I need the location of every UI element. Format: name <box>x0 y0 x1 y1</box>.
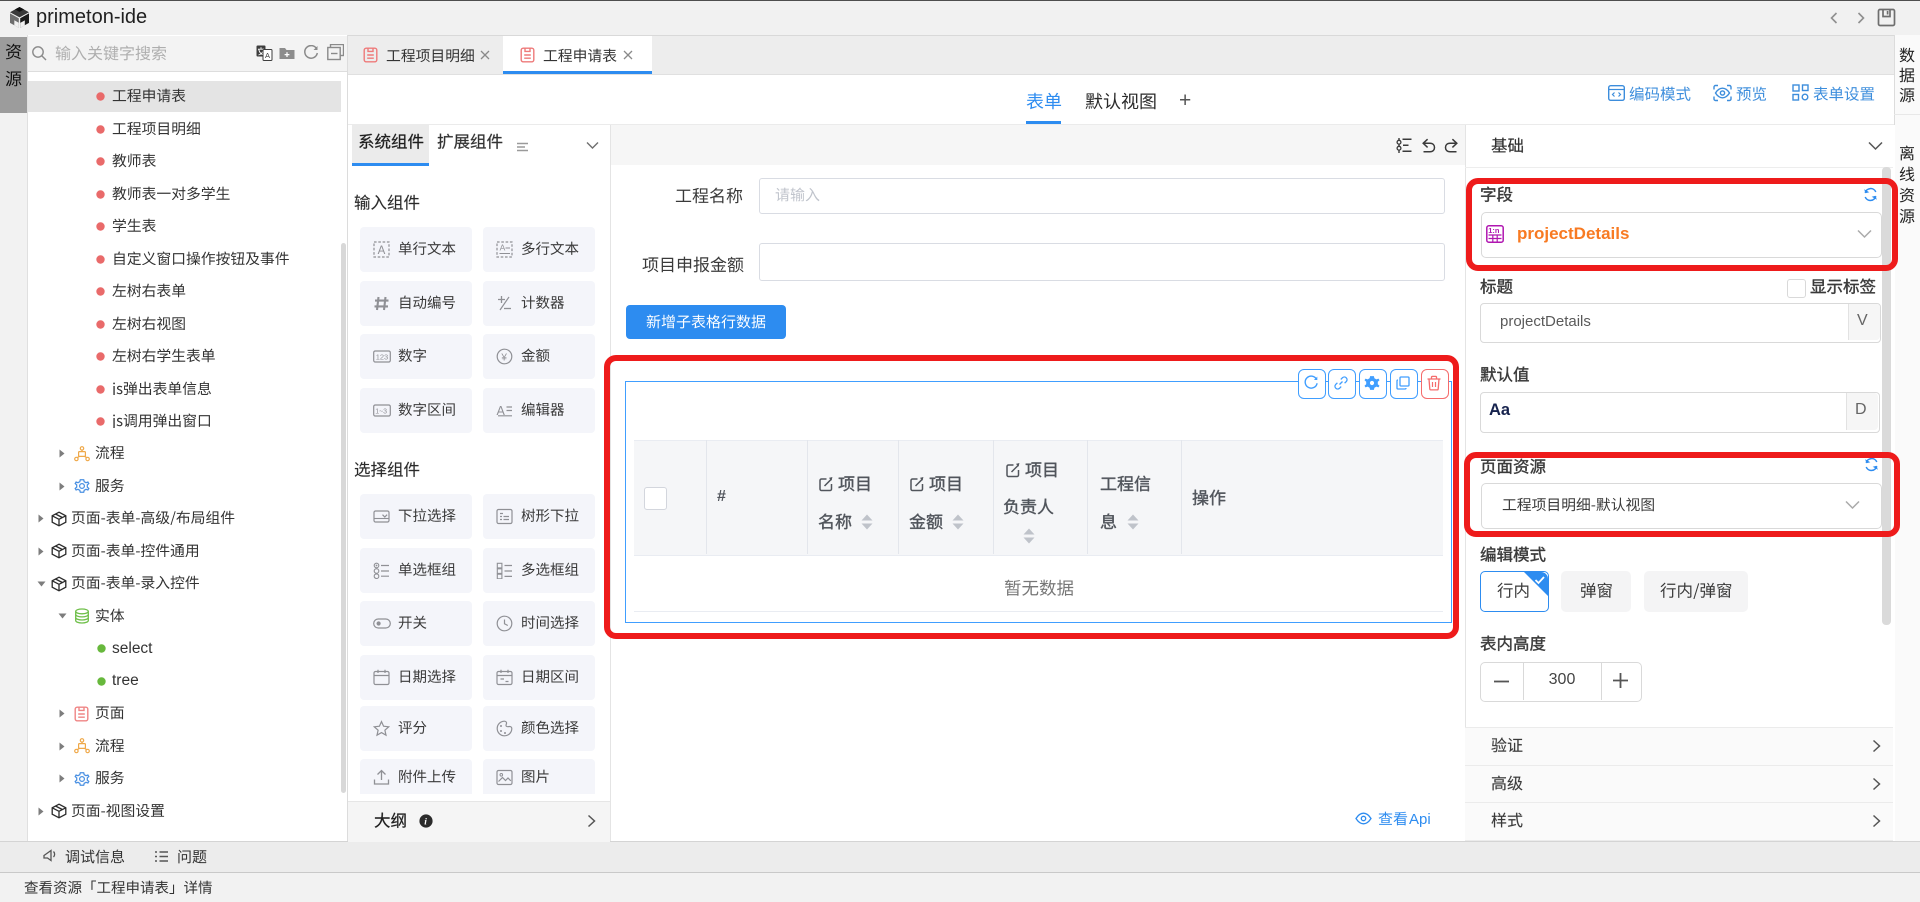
svg-text:A: A <box>265 51 270 60</box>
svg-text:i: i <box>424 818 427 828</box>
svg-text:1~3: 1~3 <box>375 408 387 415</box>
svg-text:¥: ¥ <box>500 352 507 363</box>
svg-text:A: A <box>378 245 386 257</box>
svg-text:123: 123 <box>376 353 389 362</box>
svg-text:A: A <box>500 243 506 253</box>
